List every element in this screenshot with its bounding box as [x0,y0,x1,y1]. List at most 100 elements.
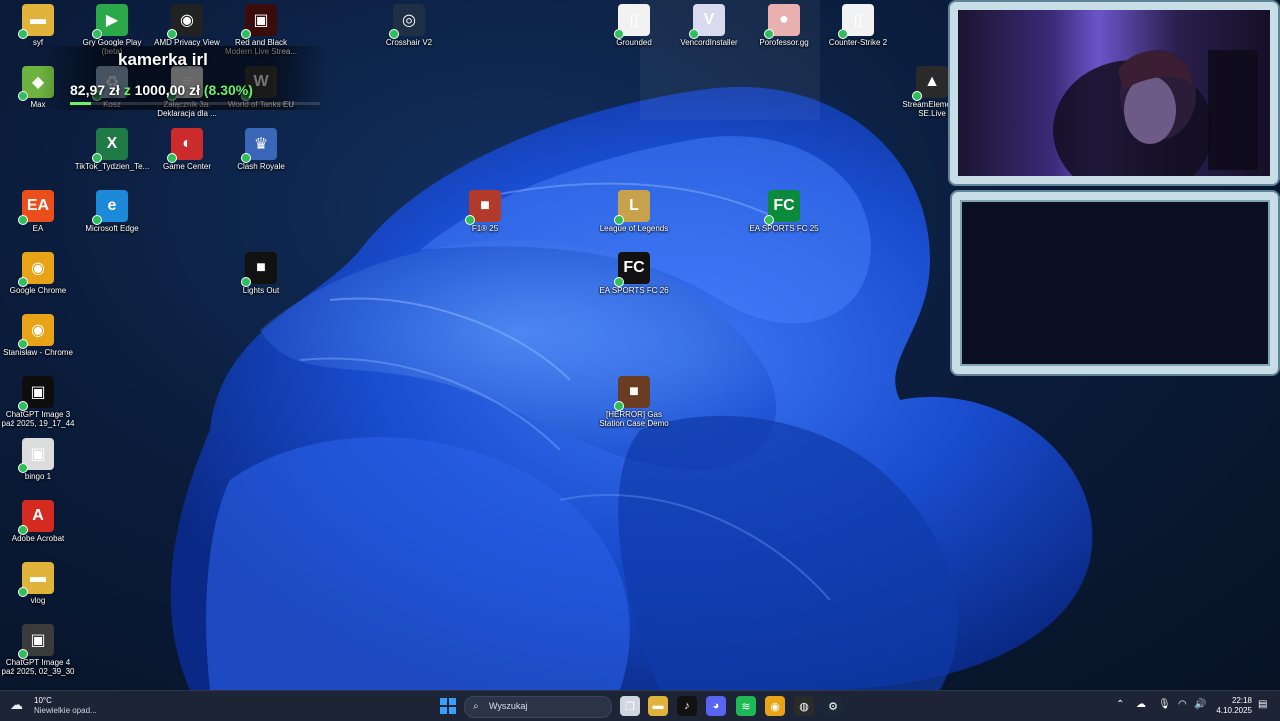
desktop-icon[interactable]: ◉ Google Chrome [0,252,76,295]
clock[interactable]: 22:18 4.10.2025 [1210,696,1252,716]
desktop-icon-label: Porofessor.gg [759,38,809,47]
desktop-icon[interactable]: V VencordInstaller [671,4,747,47]
desktop-icon[interactable]: ◎ Crosshair V2 [371,4,447,47]
overlay-title: kamerka irl [118,50,208,69]
desktop-icon[interactable]: ● Porofessor.gg [746,4,822,47]
desktop-icon[interactable]: L League of Legends [596,190,672,233]
desktop-icon-label: EA [32,224,44,233]
crosshair-icon: ◎ [389,4,425,39]
google-play-games-icon: ▶ [92,4,128,39]
wifi-icon[interactable]: ◠ [1178,699,1187,710]
sync-check-icon [614,215,624,225]
desktop-icon[interactable]: EA EA [0,190,76,233]
task-view-icon[interactable]: ❐ [620,696,640,716]
search-input[interactable]: ⌕ Wyszukaj [464,696,612,718]
desktop-icon[interactable]: ♛ Clash Royale [223,128,299,171]
image-thumbnail-icon: ▣ [18,624,54,659]
desktop-icon[interactable]: ▬ vlog [0,562,76,605]
volume-icon[interactable]: 🔊 [1194,699,1206,710]
desktop-icon[interactable]: FC EA SPORTS FC 26 [596,252,672,295]
desktop-icon-label: Grounded [616,38,652,47]
desktop-icon[interactable]: ▯ Counter-Strike 2 [820,4,896,47]
taskbar: ☁ 10°C Niewielkie opad... ⌕ Wyszukaj ❐ ▬ ♪… [0,690,1280,721]
desktop-icon-label: Stanisław - Chrome [3,348,73,357]
rocket-icon: ▲ [912,66,948,101]
sync-check-icon [18,277,28,287]
tiktok-icon[interactable]: ♪ [677,696,697,716]
ea-icon: EA [18,190,54,225]
desktop-icon[interactable]: ■ Lights Out [223,252,299,295]
sync-check-icon [614,29,624,39]
desktop-icon-label: F1® 25 [471,224,499,233]
vencord-icon: V [689,4,725,39]
sync-check-icon [614,277,624,287]
desktop-icon[interactable]: ▣ bingo 1 [0,438,76,481]
edge-icon: e [92,190,128,225]
obs-icon[interactable]: ◍ [794,696,814,716]
desktop-icon[interactable]: ◉ AMD Privacy View [149,4,225,47]
fc26-icon: FC [614,252,650,287]
sync-check-icon [18,29,28,39]
chrome-icon[interactable]: ◉ [765,696,785,716]
desktop-icon[interactable]: ▣ ChatGPT Image 3 paź 2025, 19_17_44 [0,376,76,428]
sync-check-icon [241,153,251,163]
game-thumbnail-icon: ■ [241,252,277,287]
sync-check-icon [18,215,28,225]
steam-icon[interactable]: ⚙ [823,696,843,716]
desktop-icon[interactable]: X TikTok_Tydzien_Te... [74,128,150,171]
desktop-icon-label: VencordInstaller [680,38,738,47]
folder-icon: ▬ [18,4,54,39]
desktop-icon-label: ChatGPT Image 3 paź 2025, 19_17_44 [1,410,75,428]
clock-date: 4.10.2025 [1216,706,1252,715]
weather-temp: 10°C [34,696,52,705]
image-thumbnail-icon: ▣ [18,376,54,411]
file-icon: ▯ [614,4,650,39]
clash-royale-icon: ♛ [241,128,277,163]
desktop-icon[interactable]: ■ [HERROR] Gas Station Case Demo [596,376,672,428]
amount-current: 82,97 zł [70,82,120,98]
spotify-icon[interactable]: ≋ [736,696,756,716]
game-thumbnail-icon: ■ [465,190,501,225]
desktop-icon[interactable]: ◉ Stanisław - Chrome [0,314,76,357]
file-icon: ▯ [838,4,874,39]
discord-icon[interactable]: ◕ [706,696,726,716]
desktop-icon[interactable]: A Adobe Acrobat [0,500,76,543]
desktop-icon[interactable]: ▬ syf [0,4,76,47]
sync-check-icon [838,29,848,39]
desktop-icon-label: Lights Out [242,286,280,295]
sync-check-icon [18,463,28,473]
sync-check-icon [764,29,774,39]
desktop-icon[interactable]: ■ F1® 25 [447,190,523,233]
image-thumbnail-icon: ▣ [241,4,277,39]
donation-amount: 82,97 zł z 1000,00 zł (8.30%) [70,82,253,98]
weather-desc: Niewielkie opad... [34,706,97,715]
desktop-icon-label: Microsoft Edge [85,224,139,233]
folder-icon[interactable]: ▬ [648,696,668,716]
desktop-icon-label: Game Center [162,162,212,171]
donation-goal-overlay: kamerka irl 82,97 zł z 1000,00 zł (8.30%… [40,46,330,110]
webcam-feed [958,10,1270,200]
desktop-icon[interactable]: ▣ ChatGPT Image 4 paź 2025, 02_39_30 [0,624,76,676]
sync-check-icon [18,401,28,411]
sync-check-icon [241,29,251,39]
league-of-legends-icon: L [614,190,650,225]
sync-check-icon [689,29,699,39]
sync-check-icon [18,339,28,349]
desktop-icon-label: TikTok_Tydzien_Te... [74,162,150,171]
cloud-icon: ☁ [10,697,23,712]
desktop-icon-label: EA SPORTS FC 25 [749,224,819,233]
desktop-icon[interactable]: ▯ Grounded [596,4,672,47]
windows-start-icon[interactable] [438,696,458,716]
desktop-icon[interactable]: ◐ Game Center [149,128,225,171]
desktop-icon-label: bingo 1 [24,472,52,481]
desktop-icon-label: Counter-Strike 2 [828,38,888,47]
desktop-icon[interactable]: e Microsoft Edge [74,190,150,233]
fc25-icon: FC [764,190,800,225]
onedrive-icon[interactable]: ☁ [1136,699,1146,710]
notification-icon[interactable]: ▤ [1258,699,1267,710]
desktop-icon[interactable]: FC EA SPORTS FC 25 [746,190,822,233]
desktop-icon-label: ChatGPT Image 4 paź 2025, 02_39_30 [1,658,75,676]
search-icon: ⌕ [473,701,479,712]
microphone-icon[interactable]: 🎙 [1158,699,1171,710]
chevron-up-icon[interactable]: ⌃ [1116,699,1124,710]
